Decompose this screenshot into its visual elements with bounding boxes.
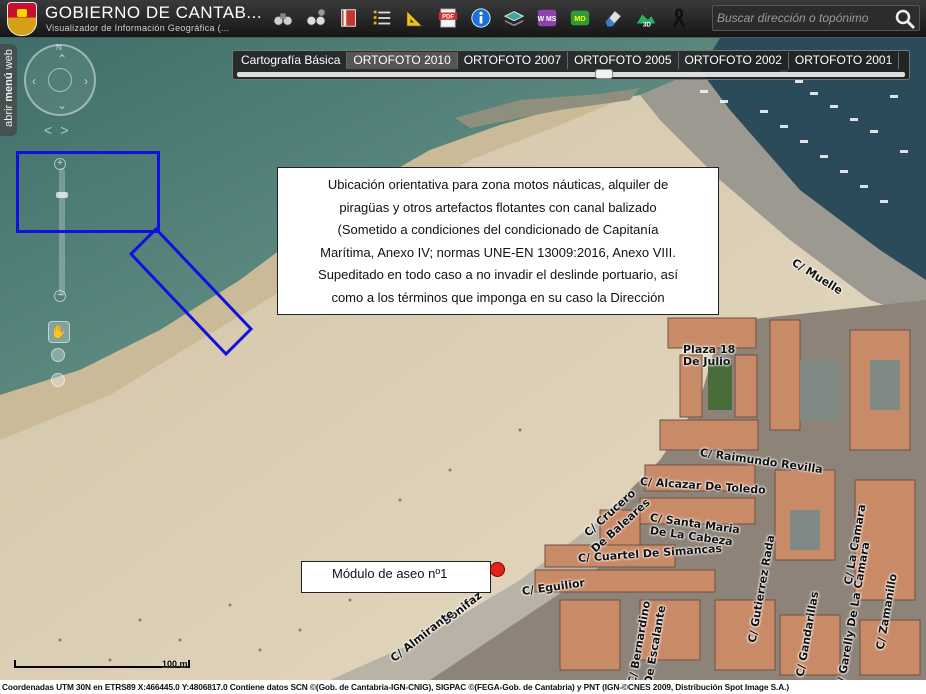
pdf-icon[interactable]: PDF [433, 5, 462, 31]
restroom-marker[interactable] [490, 562, 505, 577]
pan-right-icon[interactable]: › [84, 74, 88, 88]
md-label: MD [574, 14, 585, 23]
note-line: como a los términos que imponga en su ca… [331, 289, 665, 305]
layers-icon[interactable] [499, 5, 528, 31]
rotate-left-icon[interactable]: < [44, 122, 60, 138]
cantabria-shield-logo [7, 2, 37, 36]
3d-icon[interactable]: 3D [631, 5, 660, 31]
pan-up-icon[interactable]: ⌃ [57, 52, 67, 66]
note-line: Marítima, Anexo IV; normas UNE-EN 13009:… [320, 244, 676, 260]
pan-down-icon[interactable]: ⌄ [57, 98, 67, 112]
open-web-menu-tab[interactable]: abrir menú web [0, 44, 17, 136]
note-line: (Sometido a condiciones del condicionado… [337, 222, 659, 237]
basemap-selector: Cartografía Básica ORTOFOTO 2010 ORTOFOTO … [232, 50, 910, 80]
jetski-zone-outline [16, 151, 160, 233]
zoom-window-icon[interactable] [51, 348, 65, 362]
jetski-zone-note: Ubicación orientativa para zona motos ná… [277, 167, 719, 315]
search-input[interactable] [717, 9, 892, 27]
toolbar: PDF W MS MD 3D [268, 4, 693, 32]
eraser-icon[interactable] [598, 5, 627, 31]
search-box [712, 5, 920, 31]
app-subtitle: Visualizador de Información Geográfica (… [46, 23, 230, 33]
opacity-slider[interactable] [237, 72, 905, 77]
pan-left-icon[interactable]: ‹ [32, 74, 36, 88]
note-line: Supeditado en todo caso a no invadir el … [318, 267, 678, 282]
layer-tab[interactable]: ORTOFOTO 2001 [789, 52, 900, 69]
note-line: Ubicación orientativa para zona motos ná… [327, 177, 669, 192]
zoom-extent-icon[interactable] [51, 373, 65, 387]
wms-icon[interactable]: W MS [532, 5, 561, 31]
status-footer: Coordenadas UTM 30N en ETRS89 X:466445.0… [0, 680, 926, 694]
ruler-icon[interactable] [400, 5, 429, 31]
ribbon-icon[interactable] [664, 5, 693, 31]
book-icon[interactable] [334, 5, 363, 31]
3d-label: 3D [642, 21, 651, 28]
opacity-slider-thumb[interactable] [595, 69, 613, 79]
rotate-right-icon[interactable]: > [60, 122, 76, 138]
info-icon[interactable] [466, 5, 495, 31]
north-label: N [56, 43, 62, 52]
app-header: GOBIERNO DE CANTAB... Visualizador de In… [0, 0, 926, 38]
list-icon[interactable] [367, 5, 396, 31]
layer-tab[interactable]: ORTOFOTO 2007 [458, 52, 569, 69]
zoom-out-button[interactable]: − [54, 290, 66, 302]
search-icon[interactable] [893, 7, 917, 31]
wms-label: W MS [537, 16, 556, 23]
layer-tab[interactable]: ORTOFOTO 2002 [679, 52, 789, 69]
pdf-label: PDF [442, 14, 454, 20]
street-label: De Julio [683, 355, 731, 368]
note-line: piragüas y otros artefactos flotantes co… [339, 199, 657, 215]
restroom-module-label: Módulo de aseo nº1 [301, 561, 491, 593]
layer-tab[interactable]: ORTOFOTO 2005 [568, 52, 679, 69]
binoculars-settings-icon[interactable] [301, 5, 330, 31]
layer-tab[interactable]: Cartografía Básica [235, 52, 348, 69]
md-icon[interactable]: MD [565, 5, 594, 31]
rotate-control[interactable]: <> [44, 122, 76, 138]
app-title: GOBIERNO DE CANTAB... [45, 3, 263, 22]
layer-tab[interactable]: ORTOFOTO 2010 [347, 52, 458, 69]
binoculars-icon[interactable] [268, 5, 297, 31]
scale-label: 100 m [162, 659, 188, 669]
hand-pan-icon[interactable]: ✋ [48, 321, 70, 343]
globe-icon[interactable] [48, 68, 72, 92]
pan-compass-control[interactable]: N ⌃ ⌄ ‹ › [24, 43, 96, 116]
open-web-menu-label: abrir menú web [3, 49, 15, 127]
